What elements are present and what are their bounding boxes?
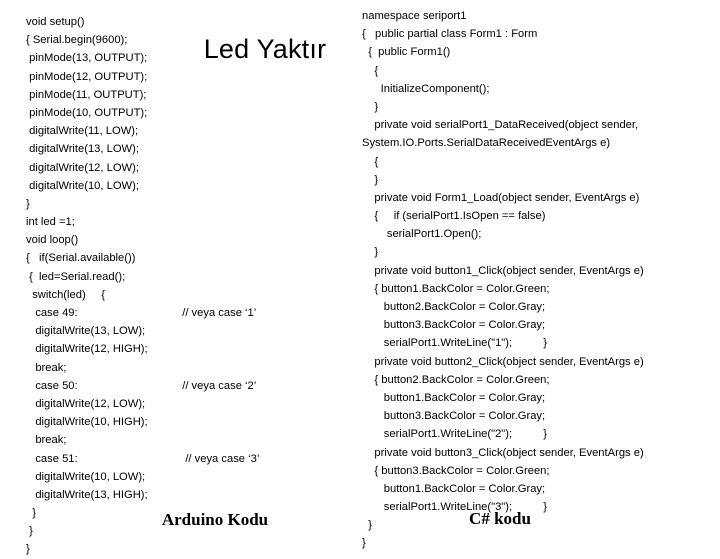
arduino-code-line: digitalWrite(13, LOW); [26, 140, 356, 158]
code-text: digitalWrite(12, LOW); [26, 161, 139, 174]
csharp-code-listing: namespace seriport1 { public partial clas… [362, 7, 714, 553]
csharp-code-line: InitializeComponent(); [362, 82, 490, 95]
arduino-code-line: { led=Serial.read(); [26, 268, 356, 286]
csharp-code-line: private void Form1_Load(object sender, E… [362, 191, 640, 204]
code-text: } [26, 543, 30, 556]
code-text: digitalWrite(10, HIGH); [26, 416, 148, 429]
arduino-code-line: void setup() [26, 13, 356, 31]
csharp-code-line: button2.BackColor = Color.Gray; [362, 301, 546, 313]
code-text: digitalWrite(11, LOW); [26, 125, 139, 138]
csharp-code-line: private void serialPort1_DataReceived(ob… [362, 119, 639, 132]
code-text: { Serial.begin(9600); [26, 34, 128, 47]
csharp-code-line: System.IO.Ports.SerialDataReceivedEventA… [362, 137, 611, 150]
code-text: break; [26, 434, 67, 447]
code-text: digitalWrite(10, LOW); [26, 179, 139, 192]
arduino-code-line: { Serial.begin(9600); [26, 31, 356, 49]
csharp-code-line: { if (serialPort1.IsOpen == false) [362, 210, 546, 223]
csharp-code-line: namespace seriport1 [362, 10, 467, 22]
code-comment: // veya case ‘2’ [182, 379, 257, 392]
csharp-code-line: { public Form1() [362, 46, 451, 59]
arduino-code-line: break; [26, 359, 356, 377]
arduino-code-line: } [26, 540, 356, 558]
csharp-code-line: { button2.BackColor = Color.Green; [362, 373, 550, 386]
arduino-code-line: digitalWrite(12, HIGH); [26, 340, 356, 358]
arduino-code-line: pinMode(13, OUTPUT); [26, 49, 356, 67]
csharp-code-line: } [362, 100, 379, 113]
arduino-code-line: digitalWrite(12, LOW); [26, 395, 356, 413]
code-text: digitalWrite(10, LOW); [26, 470, 146, 483]
csharp-code-line: } [362, 246, 379, 259]
csharp-code-line: serialPort1.WriteLine("2"); } [362, 428, 547, 441]
code-text: } [26, 197, 30, 210]
arduino-code-listing: void setup() { Serial.begin(9600); pinMod… [26, 13, 356, 559]
arduino-code-line: break; [26, 431, 356, 449]
csharp-code-line: serialPort1.WriteLine("1"); } [362, 337, 547, 350]
arduino-code-caption: Arduino Kodu [161, 510, 269, 529]
code-text: break; [26, 361, 67, 374]
code-comment: // veya case ‘1’ [182, 307, 257, 319]
code-text: digitalWrite(12, LOW); [26, 397, 146, 410]
arduino-code-line: } [26, 195, 356, 213]
csharp-code-line: { [362, 155, 379, 168]
code-text: { if(Serial.available()) [26, 252, 136, 265]
csharp-code-line: private void button2_Click(object sender… [362, 355, 644, 368]
csharp-code-line: { public partial class Form1 : Form [362, 28, 538, 41]
code-text: pinMode(11, OUTPUT); [26, 88, 147, 101]
arduino-code-line: digitalWrite(13, LOW); [26, 322, 356, 340]
arduino-code-line: switch(led) { [26, 286, 356, 304]
csharp-code-line: button1.BackColor = Color.Gray; [362, 391, 546, 404]
code-text: case 51: [26, 452, 78, 465]
code-text: pinMode(12, OUTPUT); [26, 70, 148, 83]
csharp-code-line: private void button1_Click(object sender… [362, 264, 644, 277]
code-comment: // veya case ‘3’ [182, 452, 260, 465]
code-text: case 49: [26, 307, 78, 319]
csharp-code-line: { button3.BackColor = Color.Green; [362, 464, 550, 477]
csharp-code-caption: C# kodu [469, 509, 531, 528]
csharp-code-line: } [362, 173, 379, 186]
code-text: { led=Serial.read(); [26, 270, 126, 283]
code-text: pinMode(13, OUTPUT); [26, 52, 148, 65]
arduino-code-line: digitalWrite(11, LOW); [26, 122, 356, 140]
arduino-code-line: int led =1; [26, 213, 356, 231]
slide-canvas: Led Yaktır void setup(){ Serial.begin(96… [0, 0, 720, 555]
arduino-code-line: { if(Serial.available()) [26, 249, 356, 267]
csharp-code-line: button3.BackColor = Color.Gray; [362, 410, 546, 423]
code-text: digitalWrite(12, HIGH); [26, 343, 148, 356]
csharp-code-line: private void button3_Click(object sender… [362, 446, 644, 459]
csharp-code-line: { [362, 64, 379, 77]
csharp-code-line: } [362, 537, 366, 550]
arduino-code-line: case 50: // veya case ‘2’ [26, 377, 356, 395]
arduino-code-line: case 49: // veya case ‘1’ [26, 304, 356, 322]
code-text: pinMode(10, OUTPUT); [26, 106, 148, 119]
csharp-code-line: { button1.BackColor = Color.Green; [362, 282, 550, 295]
arduino-code-line: digitalWrite(12, LOW); [26, 159, 356, 177]
arduino-code-line: pinMode(11, OUTPUT); [26, 86, 356, 104]
code-text: digitalWrite(13, LOW); [26, 143, 139, 156]
arduino-code-line: case 51: // veya case ‘3’ [26, 450, 356, 468]
csharp-code-line: button3.BackColor = Color.Gray; [362, 319, 546, 332]
code-text: digitalWrite(13, HIGH); [26, 488, 148, 501]
arduino-code-line: pinMode(12, OUTPUT); [26, 68, 356, 86]
code-text: digitalWrite(13, LOW); [26, 325, 146, 338]
arduino-code-line: digitalWrite(10, HIGH); [26, 413, 356, 431]
arduino-code-line: digitalWrite(10, LOW); [26, 468, 356, 486]
arduino-code-line: void loop() [26, 231, 356, 249]
code-text: } [26, 525, 33, 538]
code-text: case 50: [26, 379, 78, 392]
arduino-code-line: digitalWrite(10, LOW); [26, 177, 356, 195]
code-text: int led =1; [26, 216, 75, 229]
code-text: void setup() [26, 16, 85, 28]
code-text: switch(led) { [26, 288, 105, 301]
code-text: void loop() [26, 234, 79, 247]
arduino-code-line: digitalWrite(13, HIGH); [26, 486, 356, 504]
csharp-code-line: serialPort1.Open(); [362, 228, 482, 241]
csharp-code-line: button1.BackColor = Color.Gray; [362, 482, 546, 495]
arduino-code-line: pinMode(10, OUTPUT); [26, 104, 356, 122]
code-text: } [26, 507, 36, 520]
